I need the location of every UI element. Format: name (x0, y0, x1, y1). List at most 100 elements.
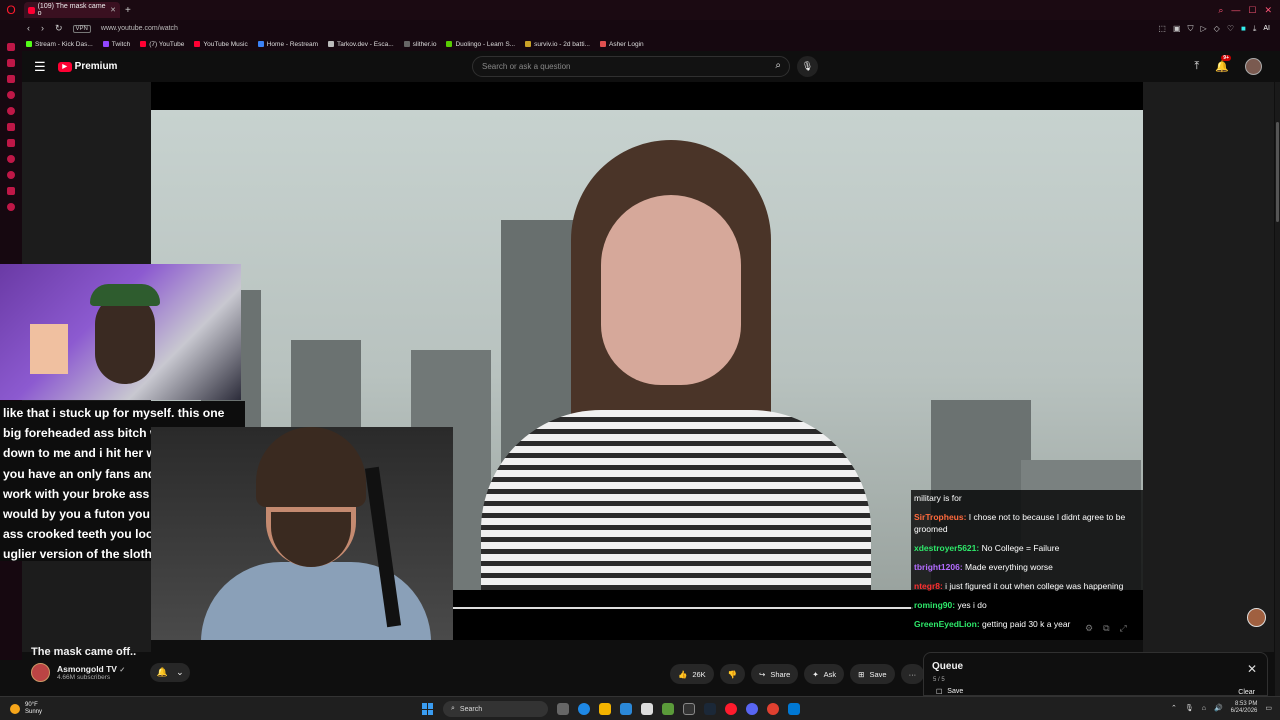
bookmark-item[interactable]: surviv.io - 2d batti... (525, 41, 590, 48)
more-actions-button[interactable]: ··· (900, 664, 925, 684)
vpn-badge[interactable]: VPN (72, 24, 91, 33)
bookmark-item[interactable]: YouTube Music (194, 41, 248, 48)
sidebar-whatsapp-icon[interactable] (7, 107, 15, 115)
forward-button[interactable]: › (41, 23, 44, 34)
steam-icon[interactable] (704, 703, 716, 715)
dislike-icon: 👎 (727, 669, 738, 679)
channel-name[interactable]: Asmongold TV ✓ (57, 664, 125, 674)
reload-button[interactable]: ↻ (55, 23, 63, 34)
bookmark-item[interactable]: Asher Login (599, 40, 644, 48)
bookmark-item[interactable]: Home - Restream (257, 41, 318, 48)
tray-chevron-icon[interactable]: ⌃ (1171, 704, 1177, 712)
ask-button[interactable]: ✦ Ask (804, 664, 845, 684)
share-button[interactable]: ↪ Share (751, 664, 799, 684)
video-progress-bar[interactable] (453, 607, 913, 609)
bookmark-item[interactable]: Twitch (102, 41, 130, 48)
dislike-button[interactable]: 👎 (719, 664, 746, 684)
ai-button[interactable]: AI (1263, 25, 1270, 32)
chat-popout-icon[interactable]: ⧉ (1103, 623, 1109, 634)
volume-icon[interactable]: 🔊 (1214, 704, 1223, 712)
windows-start-icon[interactable] (422, 703, 434, 715)
chat-username[interactable]: roming90: (914, 600, 957, 610)
task-view-icon[interactable] (557, 703, 569, 715)
sidebar-settings-icon[interactable] (7, 203, 15, 211)
maximize-button[interactable]: ☐ (1248, 5, 1256, 16)
network-icon[interactable]: ⌂ (1202, 705, 1206, 712)
chat-expand-icon[interactable]: ⤢ (1120, 623, 1127, 634)
queue-clear-button[interactable]: Clear (1238, 689, 1255, 696)
minecraft-icon[interactable] (662, 703, 674, 715)
new-tab-button[interactable]: + (125, 5, 131, 16)
browser-tab[interactable]: (109) The mask came o ✕ (24, 2, 120, 18)
snapshot-icon[interactable]: ▣ (1173, 24, 1181, 33)
search-icon[interactable]: ⌕ (775, 60, 781, 71)
search-tabs-icon[interactable]: ⌕ (1218, 5, 1223, 16)
sidebar-pinboard-icon[interactable] (7, 187, 15, 195)
download-icon[interactable]: ⤓ (1253, 24, 1257, 34)
bookmark-item[interactable]: (7) YouTube (140, 41, 184, 48)
notification-center-icon[interactable]: ▭ (1265, 704, 1272, 712)
discord-icon[interactable] (746, 703, 758, 715)
menu-icon[interactable]: ☰ (34, 59, 46, 75)
save-button[interactable]: ⊞ Save (850, 664, 895, 684)
bookmark-label: Asher Login (608, 40, 644, 48)
account-avatar[interactable] (1245, 58, 1262, 75)
chat-username[interactable]: SirTropheus: (914, 512, 969, 522)
bookmark-item[interactable]: Duolingo - Learn S... (446, 41, 515, 48)
mic-tray-icon[interactable]: 🎙 (1185, 704, 1194, 712)
scrollbar-thumb[interactable] (1276, 122, 1279, 222)
sidebar-history-icon[interactable] (7, 171, 15, 179)
sidebar-messenger-icon[interactable] (7, 91, 15, 99)
clock[interactable]: 8:53 PM 6/24/2026 (1231, 701, 1258, 715)
play-icon[interactable]: ▷ (1201, 24, 1207, 33)
chat-settings-icon[interactable]: ⚙ (1085, 623, 1093, 634)
edge-icon[interactable] (578, 703, 590, 715)
close-window-button[interactable]: ✕ (1264, 5, 1272, 16)
chat-username[interactable]: xdestroyer5621: (914, 543, 982, 553)
sidebar-icon-3[interactable] (7, 75, 15, 83)
mail-icon[interactable] (620, 703, 632, 715)
queue-close-icon[interactable]: ✕ (1247, 662, 1257, 676)
chrome-icon[interactable] (767, 703, 779, 715)
store-icon[interactable] (641, 703, 653, 715)
upload-icon[interactable]: ⤒ (1194, 60, 1199, 73)
floating-avatar[interactable] (1247, 608, 1266, 627)
heart-icon[interactable]: ♡ (1227, 24, 1234, 33)
weather-widget[interactable]: 90°F Sunny (10, 702, 42, 716)
channel-avatar[interactable] (31, 663, 50, 682)
aria-icon[interactable]: ■ (1241, 24, 1246, 33)
chat-username[interactable]: tbright1206: (914, 562, 965, 572)
voice-search-icon[interactable]: 🎙 (797, 56, 818, 77)
tab-close-icon[interactable]: ✕ (110, 6, 116, 14)
sidebar-x-icon[interactable] (7, 139, 15, 147)
url-field[interactable]: www.youtube.com/watch (101, 25, 178, 32)
xbox-icon[interactable] (683, 703, 695, 715)
taskbar-search[interactable]: ⌕ Search (443, 701, 548, 717)
back-button[interactable]: ‹ (27, 23, 30, 34)
chat-username[interactable]: GreenEyedLion: (914, 619, 982, 629)
sidebar-home-icon[interactable] (7, 43, 15, 51)
bookmark-item[interactable]: slither.io (403, 41, 436, 48)
sidebar-music-icon[interactable] (7, 155, 15, 163)
search-input[interactable]: Search or ask a question ⌕ (472, 56, 790, 77)
search-placeholder: Search or ask a question (482, 62, 571, 71)
file-explorer-icon[interactable] (599, 703, 611, 715)
install-icon[interactable]: ⬚ (1158, 24, 1166, 33)
chat-username[interactable]: ntegr8: (914, 581, 945, 591)
sidebar-twitch-icon[interactable] (7, 123, 15, 131)
youtube-logo[interactable]: ▶ Premium (57, 61, 117, 72)
page-scrollbar[interactable] (1275, 82, 1280, 702)
bookmark-item[interactable]: Tarkov.dev - Esca... (328, 41, 394, 48)
queue-save-button[interactable]: ☐ Save (936, 688, 963, 696)
notifications-icon[interactable]: 🔔 9+ (1215, 55, 1231, 73)
app-window-icon[interactable] (788, 703, 800, 715)
shield-icon[interactable]: ⛉ (1188, 24, 1194, 34)
sidebar-icon-2[interactable] (7, 59, 15, 67)
subscribed-bell-button[interactable]: 🔔 ⌄ (150, 663, 191, 682)
opera-taskbar-icon[interactable] (725, 703, 737, 715)
opera-logo-icon[interactable]: O (0, 0, 22, 20)
bookmark-item[interactable]: Stream - Kick Das... (26, 41, 93, 48)
bookmark-icon[interactable]: ◇ (1214, 24, 1220, 33)
like-button[interactable]: 👍 26K (670, 664, 714, 684)
minimize-button[interactable]: — (1231, 5, 1240, 16)
